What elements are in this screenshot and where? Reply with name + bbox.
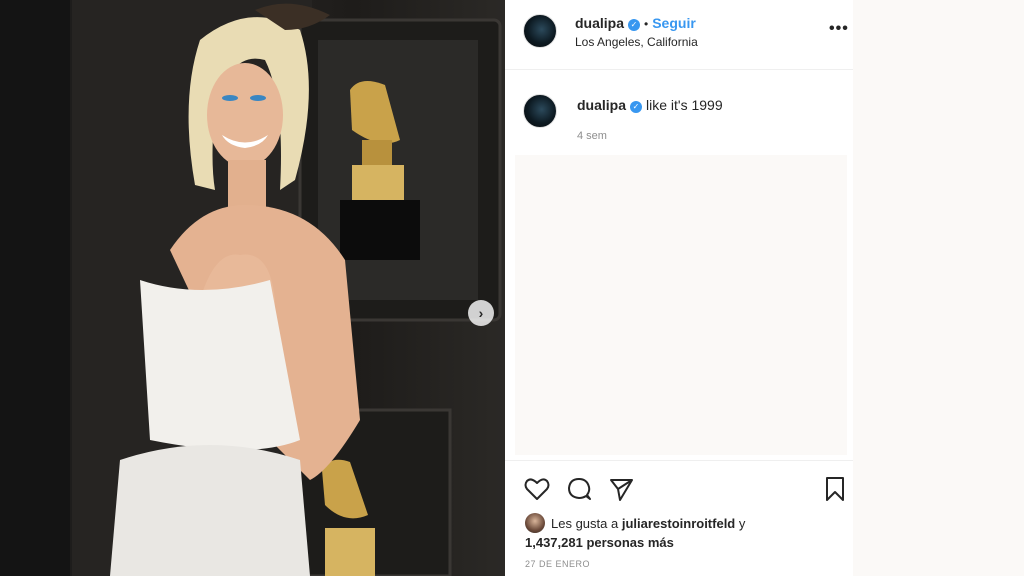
chevron-right-icon: › (478, 305, 484, 321)
next-photo-button[interactable]: › (468, 300, 494, 326)
caption-time-ago: 4 sem (577, 130, 607, 142)
post-location[interactable]: Los Angeles, California (575, 35, 698, 49)
page-background (853, 0, 1024, 576)
more-options-icon[interactable]: ••• (829, 20, 849, 38)
post-photo: › (0, 0, 505, 576)
author-username[interactable]: dualipa (575, 15, 624, 31)
photo-illustration (0, 0, 502, 576)
follow-button[interactable]: Seguir (652, 15, 696, 31)
liker-username[interactable]: juliarestoinroitfeld (622, 516, 735, 531)
post-actions: Les gusta a juliarestoinroitfeld y 1,437… (505, 460, 853, 576)
verified-badge-icon: ✓ (628, 19, 641, 31)
likes-and: y (738, 516, 746, 531)
bookmark-icon[interactable] (821, 475, 849, 503)
comments-section: dualipa ✓ like it's 1999 4 sem (505, 70, 853, 460)
likes-prefix: Les gusta a (551, 516, 619, 531)
likes-count[interactable]: 1,437,281 personas más (525, 535, 674, 550)
comments-placeholder (515, 155, 847, 455)
post-caption: dualipa ✓ like it's 1999 (577, 97, 723, 113)
separator-dot: • (644, 17, 649, 31)
send-icon[interactable] (607, 475, 635, 503)
author-avatar[interactable] (523, 14, 557, 48)
liker-avatar (525, 513, 545, 533)
post-header: dualipa ✓ • Seguir Los Angeles, California … (505, 0, 853, 70)
caption-username[interactable]: dualipa (577, 97, 626, 113)
caption-text: like it's 1999 (646, 97, 723, 113)
comment-icon[interactable] (565, 475, 593, 503)
likes-summary: Les gusta a juliarestoinroitfeld y 1,437… (525, 513, 745, 552)
verified-badge-icon: ✓ (630, 101, 643, 113)
post-date: 27 DE ENERO (525, 559, 591, 569)
heart-icon[interactable] (523, 475, 551, 503)
post-side-panel: dualipa ✓ • Seguir Los Angeles, California … (505, 0, 853, 576)
caption-author-avatar[interactable] (523, 94, 557, 128)
author-line: dualipa ✓ • Seguir (575, 15, 696, 33)
